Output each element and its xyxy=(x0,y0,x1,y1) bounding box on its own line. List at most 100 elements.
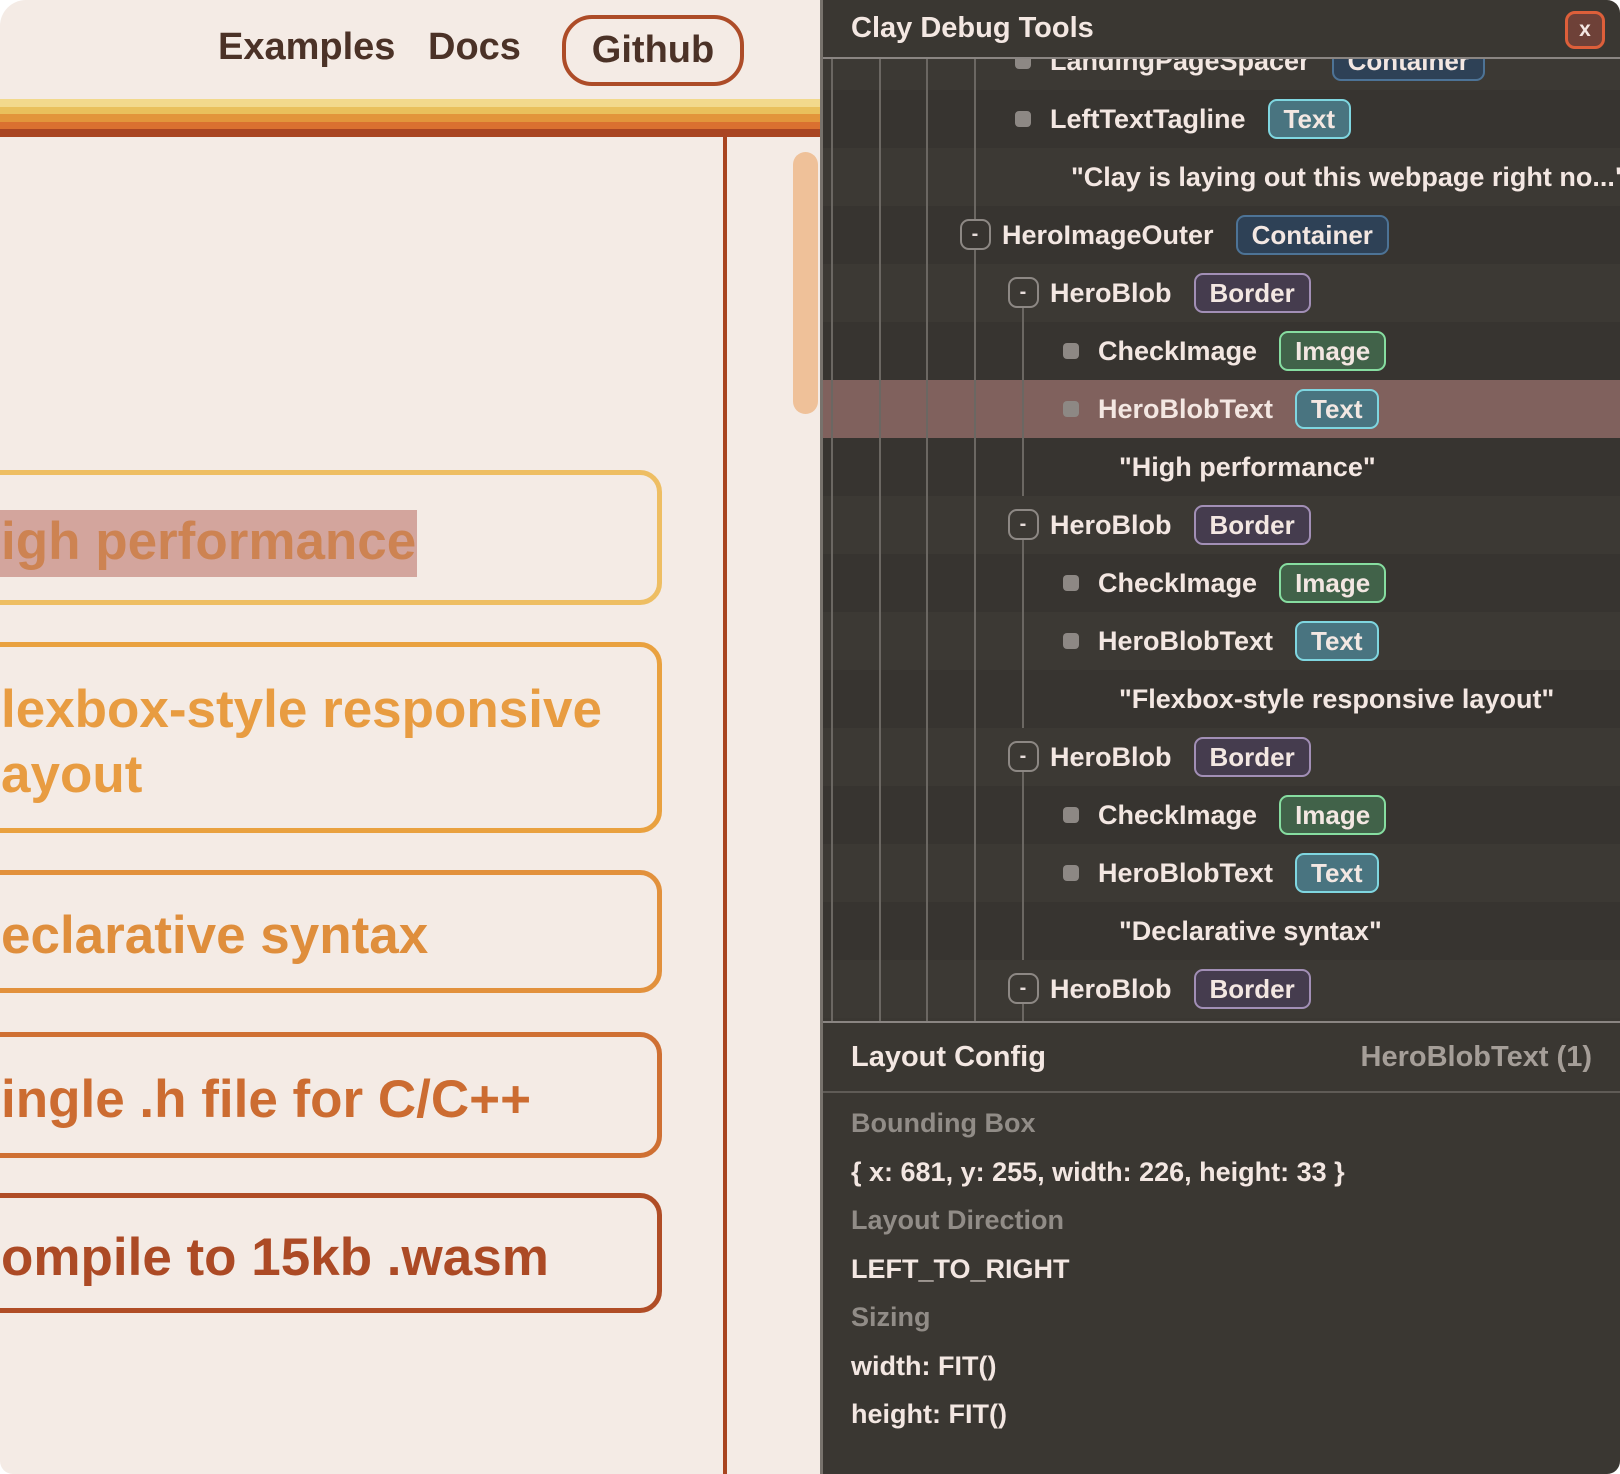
element-name: HeroBlobText xyxy=(1098,394,1273,424)
config-field-label: Sizing xyxy=(851,1293,1595,1342)
element-name: HeroImageOuter xyxy=(1002,220,1214,250)
element-name-with-type: HeroImageOuter Container xyxy=(1002,206,1389,264)
leaf-bullet-icon xyxy=(1063,807,1079,823)
tree-row-string[interactable]: "Clay is laying out this webpage right n… xyxy=(823,148,1620,206)
element-name-with-type: HeroBlobBorder xyxy=(1050,264,1311,322)
tree-row-string[interactable]: "High performance" xyxy=(823,438,1620,496)
tree-indent-guide xyxy=(1022,1004,1024,1021)
stripe xyxy=(0,99,820,107)
panel-title: Clay Debug Tools xyxy=(851,0,1094,57)
tree-row[interactable]: LeftTextTaglineText xyxy=(823,90,1620,148)
element-name-with-type: HeroBlobBorder xyxy=(1050,496,1311,554)
tree-row[interactable]: CheckImage Image xyxy=(823,786,1620,844)
tree-indent-guide xyxy=(926,59,928,1021)
nav-link-docs[interactable]: Docs xyxy=(428,0,521,99)
element-name: CheckImage xyxy=(1098,336,1257,366)
feature-text: ingle .h file for C/C++ xyxy=(1,1059,531,1132)
rainbow-stripe-band xyxy=(0,99,820,137)
element-name: HeroBlobText xyxy=(1098,858,1273,888)
tree-indent-guide xyxy=(1022,308,1024,496)
tree-row[interactable]: -HeroBlobBorder xyxy=(823,264,1620,322)
clay-debug-panel: Clay Debug Tools x LandingPageSpacer Cont… xyxy=(820,0,1620,1474)
element-type-badge: Image xyxy=(1279,795,1386,835)
tree-row[interactable]: HeroBlobText Text xyxy=(823,844,1620,902)
tree-row-string[interactable]: "Flexbox-style responsive layout" xyxy=(823,670,1620,728)
element-type-badge: Image xyxy=(1279,331,1386,371)
element-name: CheckImage xyxy=(1098,800,1257,830)
element-tree: LandingPageSpacer Container LeftTextTaglin… xyxy=(823,59,1620,1021)
feature-card: ingle .h file for C/C++ xyxy=(0,1032,662,1158)
element-name: LandingPageSpacer xyxy=(1050,59,1310,76)
collapse-button[interactable]: - xyxy=(1008,509,1039,540)
tree-row-string[interactable]: "Declarative syntax" xyxy=(823,902,1620,960)
element-type-badge: Container xyxy=(1236,215,1389,255)
element-name-with-type: LandingPageSpacer Container xyxy=(1050,59,1485,90)
close-icon: x xyxy=(1579,18,1591,42)
element-name-with-type: LeftTextTaglineText xyxy=(1050,90,1351,148)
vertical-divider xyxy=(723,137,727,1474)
config-field-value: { x: 681, y: 255, width: 226, height: 33… xyxy=(851,1148,1595,1197)
stripe xyxy=(0,129,820,137)
nav-link-examples[interactable]: Examples xyxy=(218,0,395,99)
close-button[interactable]: x xyxy=(1565,11,1605,49)
tree-indent-guide xyxy=(1022,540,1024,728)
tree-row[interactable]: CheckImage Image xyxy=(823,554,1620,612)
leaf-bullet-icon xyxy=(1063,575,1079,591)
element-type-badge: Border xyxy=(1194,737,1311,777)
webpage-content: Examples Docs Github igh performancelexb… xyxy=(0,0,820,1474)
scrollbar-thumb[interactable] xyxy=(793,152,818,414)
tree-row[interactable]: LandingPageSpacer Container xyxy=(823,59,1620,90)
element-name: HeroBlob xyxy=(1050,510,1172,540)
app-window: Examples Docs Github igh performancelexb… xyxy=(0,0,1620,1474)
feature-text: eclarative syntax xyxy=(1,895,428,968)
element-name: HeroBlob xyxy=(1050,974,1172,1004)
stripe xyxy=(0,107,820,115)
string-content: "High performance" xyxy=(1119,438,1376,496)
element-name-with-type: CheckImage Image xyxy=(1098,322,1386,380)
tree-row[interactable]: CheckImage Image xyxy=(823,322,1620,380)
tree-row[interactable]: -HeroBlobBorder xyxy=(823,496,1620,554)
tree-row[interactable]: HeroBlobText Text xyxy=(823,380,1620,438)
feature-text: lexbox-style responsive ayout xyxy=(1,669,602,807)
stripe xyxy=(0,114,820,122)
layout-config-body: Bounding Box{ x: 681, y: 255, width: 226… xyxy=(851,1099,1595,1439)
layout-config-title: Layout Config xyxy=(851,1023,1046,1091)
leaf-bullet-icon xyxy=(1063,401,1079,417)
collapse-button[interactable]: - xyxy=(1008,741,1039,772)
collapse-button[interactable]: - xyxy=(960,219,991,250)
element-type-badge: Text xyxy=(1295,853,1379,893)
leaf-bullet-icon xyxy=(1063,633,1079,649)
tree-row[interactable]: -HeroImageOuter Container xyxy=(823,206,1620,264)
element-name: CheckImage xyxy=(1098,568,1257,598)
collapse-button[interactable]: - xyxy=(1008,277,1039,308)
element-name-with-type: CheckImage Image xyxy=(1098,786,1386,844)
collapse-button[interactable]: - xyxy=(1008,973,1039,1004)
element-name: HeroBlob xyxy=(1050,742,1172,772)
tree-indent-guide xyxy=(1022,772,1024,960)
element-name-with-type: HeroBlobTextText xyxy=(1098,612,1379,670)
element-name-with-type: HeroBlobText Text xyxy=(1098,844,1379,902)
tree-indent-guide xyxy=(831,59,833,1021)
leaf-bullet-icon xyxy=(1063,343,1079,359)
stripe xyxy=(0,122,820,130)
feature-card: eclarative syntax xyxy=(0,870,662,993)
element-name-with-type: HeroBlob Border xyxy=(1050,728,1311,786)
feature-card: ompile to 15kb .wasm xyxy=(0,1193,662,1313)
github-button[interactable]: Github xyxy=(562,15,744,86)
element-type-badge: Text xyxy=(1295,389,1379,429)
tree-row[interactable]: -HeroBlobBorder xyxy=(823,960,1620,1018)
string-content: "Declarative syntax" xyxy=(1119,902,1382,960)
config-field-label: Bounding Box xyxy=(851,1099,1595,1148)
leaf-bullet-icon xyxy=(1015,59,1031,69)
selection-highlight-overlay xyxy=(0,510,417,577)
element-name: HeroBlobText xyxy=(1098,626,1273,656)
config-field-value: height: FIT() xyxy=(851,1390,1595,1439)
element-name-with-type: CheckImage Image xyxy=(1098,554,1386,612)
element-type-badge: Image xyxy=(1279,563,1386,603)
element-type-badge: Container xyxy=(1332,59,1485,81)
config-field-value: LEFT_TO_RIGHT xyxy=(851,1245,1595,1294)
tree-indent-guide xyxy=(974,59,976,219)
tree-row[interactable]: HeroBlobTextText xyxy=(823,612,1620,670)
tree-indent-guide xyxy=(879,59,881,1021)
tree-row[interactable]: -HeroBlob Border xyxy=(823,728,1620,786)
